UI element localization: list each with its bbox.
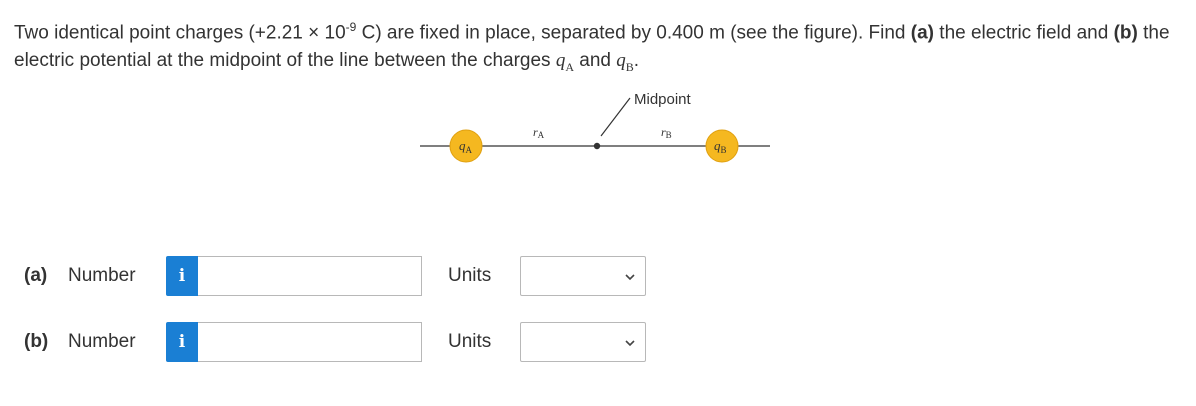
number-input-a[interactable] <box>198 256 422 296</box>
number-label-a: Number <box>68 265 136 286</box>
charge-a-symbol: qA <box>555 50 575 75</box>
charge-b-symbol: qB <box>616 50 634 75</box>
question-text: Two identical point charges (+2.21 × 10-… <box>14 20 1170 75</box>
part-a-label: (a) <box>24 265 48 286</box>
exponent: -9 <box>345 20 357 34</box>
chevron-down-icon <box>625 274 635 281</box>
answer-row-a: (a) Number i Units <box>0 256 1196 296</box>
units-label-a: Units <box>448 265 492 286</box>
midpoint-label: Midpoint <box>634 91 692 108</box>
part-b-label: (b) <box>24 331 49 352</box>
charges-diagram: qA qB Midpoint rA rB <box>420 91 770 163</box>
info-icon-a[interactable]: i <box>166 256 198 296</box>
number-label-b: Number <box>68 331 136 352</box>
number-input-b[interactable] <box>198 322 422 362</box>
chevron-down-icon <box>625 340 635 347</box>
part-b-marker: (b) <box>1113 22 1138 44</box>
units-select-a[interactable] <box>520 256 646 296</box>
midpoint-leader-line <box>600 97 631 137</box>
info-icon-b[interactable]: i <box>166 322 198 362</box>
part-a-marker: (a) <box>910 22 935 44</box>
charges-figure: qA qB Midpoint rA rB <box>420 82 780 172</box>
answer-row-b: (b) Number i Units <box>0 322 1196 362</box>
distance-b-label: rB <box>661 125 672 140</box>
midpoint-dot <box>593 142 601 150</box>
units-select-b[interactable] <box>520 322 646 362</box>
units-label-b: Units <box>448 331 492 352</box>
distance-a-label: rA <box>533 125 545 140</box>
